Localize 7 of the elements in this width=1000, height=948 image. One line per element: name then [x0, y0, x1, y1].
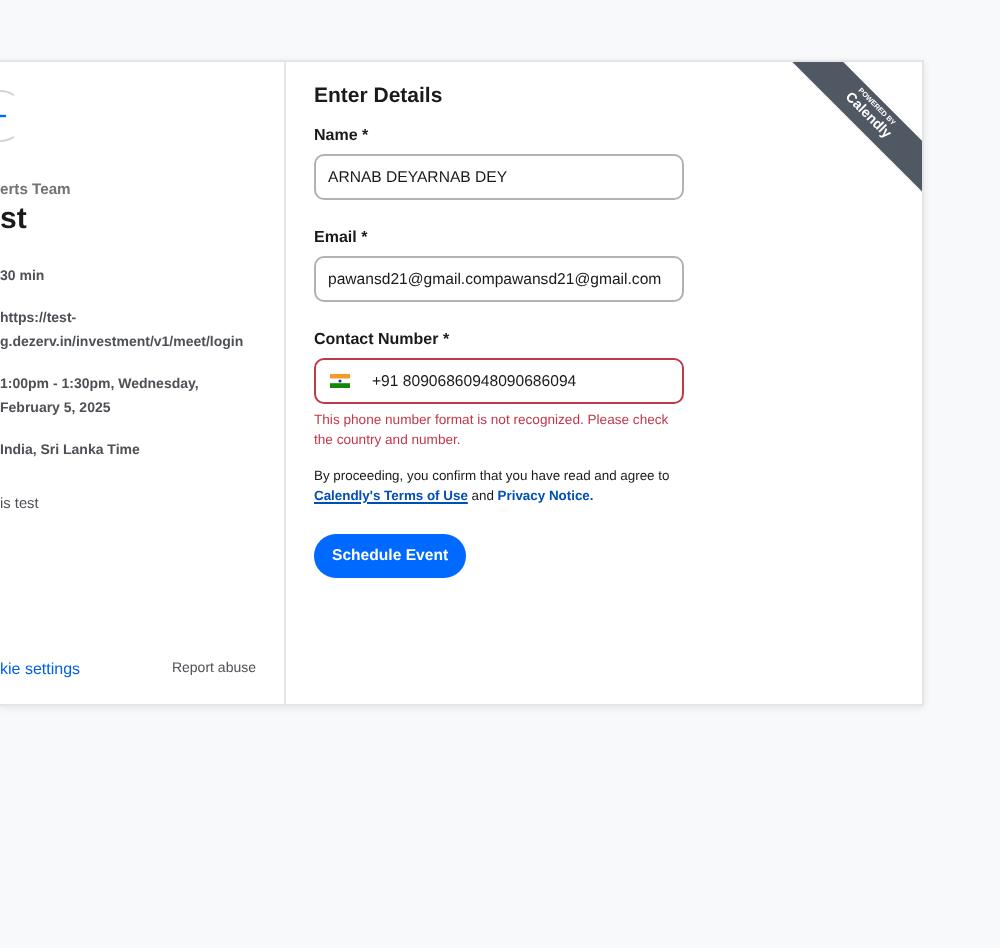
event-title: st — [0, 204, 29, 238]
flag-icon — [330, 373, 350, 388]
field-label: Contact Number * — [314, 327, 452, 352]
form-title: Enter Details — [314, 82, 443, 112]
field-label: Email * — [314, 225, 370, 250]
back-button[interactable] — [0, 90, 14, 142]
cookie-settings-link[interactable]: kie settings — [0, 658, 81, 682]
